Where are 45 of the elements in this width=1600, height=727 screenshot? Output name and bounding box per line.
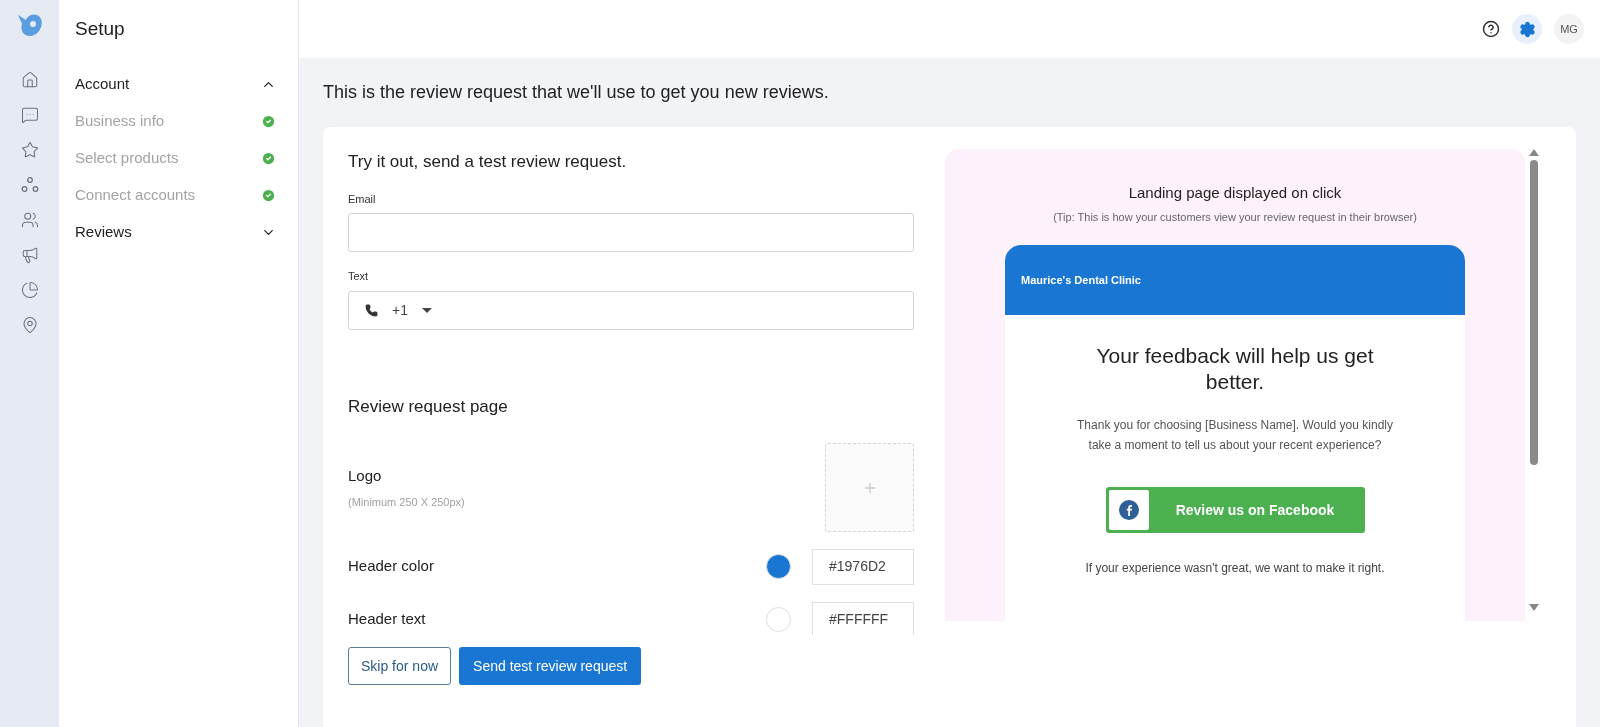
pie-chart-icon[interactable] — [20, 281, 39, 299]
scrollbar-thumb[interactable] — [1530, 160, 1538, 465]
landing-footer: If your experience wasn't great, we want to make it right. — [1085, 559, 1385, 577]
color-field[interactable]: #1976D2 — [812, 548, 914, 585]
sidebar-section[interactable]: Account — [75, 66, 276, 103]
preview-title: Landing page displayed on click — [1128, 183, 1342, 203]
preview-tip: (Tip: This is how your customers view your review request in their browser) — [1053, 209, 1417, 225]
sidebar-title: Setup — [75, 16, 126, 41]
map-pin-icon[interactable] — [20, 316, 39, 334]
landing-message: Thank you for choosing [Business Name]. Would you kindly take a moment to tell us about your recent experience? — [1076, 417, 1394, 454]
facebook-icon — [1118, 500, 1139, 520]
color-swatch[interactable] — [766, 554, 791, 579]
dropdown-caret-icon — [421, 307, 432, 313]
send-button[interactable]: Send test review request — [459, 647, 642, 685]
sidebar-section[interactable]: Reviews — [75, 214, 276, 251]
scroll-down-icon[interactable] — [1529, 604, 1539, 611]
settings-button[interactable] — [1512, 14, 1542, 44]
logo-icon — [15, 12, 44, 38]
color-label: Header text — [348, 609, 427, 630]
home-icon[interactable] — [20, 71, 39, 89]
color-field[interactable]: #FFFFFF — [812, 601, 914, 635]
circles-icon[interactable] — [20, 176, 39, 194]
field-label: Email — [348, 191, 377, 207]
color-label: Header color — [348, 556, 435, 577]
settings-icon — [1518, 20, 1536, 38]
field-label: Text — [348, 269, 370, 284]
avatar[interactable]: MG — [1554, 14, 1584, 44]
star-icon[interactable] — [20, 141, 39, 159]
form-title: Try it out, send a test review request. — [348, 151, 628, 173]
intro-text: This is the review request that we'll use to get you new reviews. — [323, 81, 830, 104]
logo-hint: (Minimum 250 X 250px) — [348, 494, 465, 510]
business-name: Maurice's Dental Clinic — [1021, 272, 1141, 288]
country-code: +1 — [392, 300, 408, 320]
landing-heading: Your feedback will help us get better. — [1095, 343, 1375, 395]
chat-icon[interactable] — [20, 106, 39, 124]
section-title: Review request page — [348, 395, 509, 418]
users-icon[interactable] — [20, 211, 39, 229]
phone-field[interactable]: +1 — [348, 290, 914, 330]
help-icon[interactable] — [1482, 20, 1500, 38]
color-swatch[interactable] — [766, 607, 791, 632]
skip-button[interactable]: Skip for now — [348, 647, 452, 685]
megaphone-icon[interactable] — [20, 246, 39, 264]
phone-icon — [365, 303, 378, 317]
scroll-up-icon[interactable] — [1529, 149, 1539, 156]
logo-label: Logo — [348, 466, 383, 486]
